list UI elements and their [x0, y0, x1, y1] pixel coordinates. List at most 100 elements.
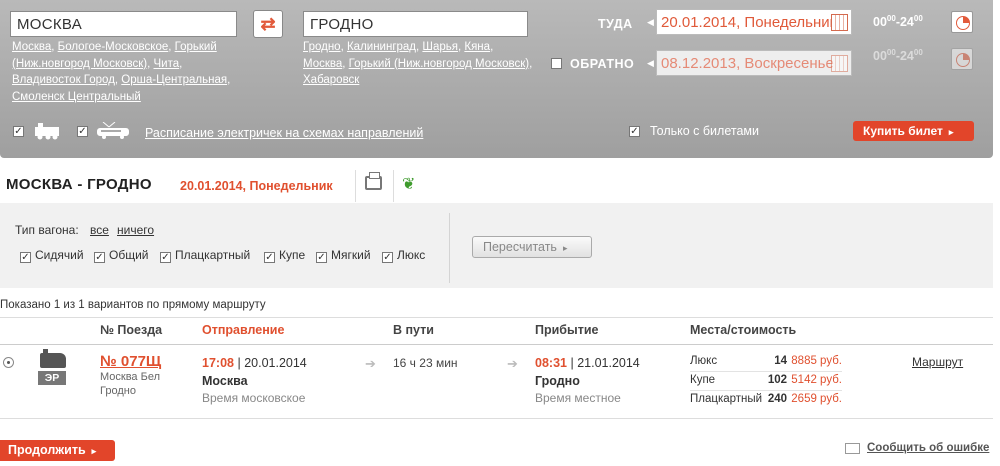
leaf-icon[interactable]: ❦	[402, 174, 415, 194]
results-count-text: Показано 1 из 1 вариантов по прямому мар…	[0, 299, 266, 311]
to-suggestion-link[interactable]: Горький (Ниж.новгород Московск)	[349, 58, 529, 70]
arrow-right-icon: ▸	[948, 127, 954, 137]
checkbox[interactable]: ✓	[264, 252, 275, 263]
suburban-checkbox[interactable]: ✓	[77, 126, 88, 137]
swap-direction-button[interactable]: ⇄	[253, 10, 283, 38]
train-route-from: Москва Бел	[100, 371, 161, 383]
long-distance-checkbox[interactable]: ✓	[13, 126, 24, 137]
to-suggestion-link[interactable]: Калининград	[347, 41, 416, 53]
back-label: ОБРАТНО	[570, 57, 635, 71]
back-date-input[interactable]: 08.12.2013, Воскресенье	[656, 50, 852, 76]
only-tickets-checkbox[interactable]: ✓	[629, 126, 640, 137]
wagon-type-option[interactable]: ✓ Плацкартный	[160, 248, 250, 263]
col-header-on-way[interactable]: В пути	[393, 323, 434, 337]
checkbox[interactable]: ✓	[160, 252, 171, 263]
electric-train-icon	[97, 122, 129, 139]
continue-button[interactable]: Продолжить ▸	[0, 440, 115, 461]
time-to-minutes: 00	[913, 14, 923, 23]
divider	[355, 170, 356, 202]
wagon-type-option[interactable]: ✓ Общий	[94, 248, 149, 263]
divider	[0, 317, 993, 318]
swap-arrows-icon: ⇄	[260, 14, 276, 34]
prev-day-icon[interactable]: ◀	[647, 58, 654, 69]
col-header-departure[interactable]: Отправление	[202, 323, 284, 337]
to-suggestion-link[interactable]: Москва	[303, 58, 342, 70]
back-checkbox[interactable]	[551, 58, 562, 69]
mail-icon	[845, 443, 860, 454]
train-icon	[35, 123, 59, 140]
checkbox[interactable]: ✓	[382, 252, 393, 263]
prev-day-icon[interactable]: ◀	[647, 17, 654, 28]
departure-datetime: 17:08 | 20.01.2014	[202, 356, 307, 370]
from-suggestion-link[interactable]: Бологое-Московское	[58, 41, 169, 53]
to-suggestion-link[interactable]: Хабаровск	[303, 74, 359, 86]
seat-count: 240	[767, 393, 787, 405]
there-date-input[interactable]: 20.01.2014, Понедельник	[656, 9, 852, 35]
er-badge: ЭР	[38, 371, 66, 385]
time-from-minutes: 00	[886, 14, 896, 23]
train-route: Москва Бел Гродно	[100, 370, 160, 398]
from-suggestion-link[interactable]: Орша-Центральная	[121, 74, 227, 86]
checkbox[interactable]: ✓	[20, 252, 31, 263]
calendar-icon[interactable]	[831, 55, 848, 72]
col-header-train[interactable]: № Поезда	[100, 323, 162, 337]
seat-class-row[interactable]: Люкс 14 8885 руб.	[690, 353, 842, 372]
seat-class-row[interactable]: Купе 102 5142 руб.	[690, 372, 842, 391]
seat-class: Плацкартный	[690, 393, 763, 405]
wagon-type-label: Купе	[279, 248, 306, 262]
buy-ticket-button[interactable]: Купить билет ▸	[853, 121, 974, 141]
seat-count: 102	[767, 374, 787, 386]
seat-class: Купе	[690, 374, 716, 386]
there-time-range: 0000-2400	[873, 14, 923, 29]
wagon-type-label: Общий	[109, 248, 149, 262]
wagon-type-label: Плацкартный	[175, 248, 251, 262]
from-city-suggestions: Москва, Бологое-Московское, Горький (Ниж…	[12, 41, 231, 103]
seat-class-row[interactable]: Плацкартный 240 2659 руб.	[690, 391, 842, 410]
from-suggestion-link[interactable]: Москва	[12, 41, 51, 53]
time-from: 00	[873, 15, 887, 29]
there-time-clock-icon[interactable]	[951, 11, 973, 33]
select-all-link[interactable]: все	[90, 223, 109, 237]
time-from-minutes: 00	[886, 48, 896, 57]
from-suggestion-link[interactable]: Владивосток Город	[12, 74, 115, 86]
wagon-type-option[interactable]: ✓ Мягкий	[316, 248, 371, 263]
arrival-city: Гродно	[535, 374, 580, 388]
checkbox[interactable]: ✓	[94, 252, 105, 263]
departure-date: 20.01.2014	[244, 356, 307, 370]
time-from: 00	[873, 49, 887, 63]
select-none-link[interactable]: ничего	[117, 223, 154, 237]
train-number-link[interactable]: № 077Щ	[100, 353, 161, 370]
from-city-input[interactable]: Москва	[10, 11, 237, 37]
calendar-icon[interactable]	[831, 14, 848, 31]
to-suggestion-link[interactable]: Гродно	[303, 41, 341, 53]
buy-ticket-label: Купить билет	[863, 124, 943, 138]
seat-price: 8885 руб.	[791, 355, 842, 367]
report-error-link[interactable]: Сообщить об ошибке	[867, 442, 989, 454]
col-header-arrival[interactable]: Прибытие	[535, 323, 598, 337]
back-time-clock-icon[interactable]	[951, 48, 973, 70]
schedule-link[interactable]: Расписание электричек на схемах направле…	[145, 126, 423, 140]
checkbox[interactable]: ✓	[316, 252, 327, 263]
arrival-time: 08:31	[535, 356, 567, 370]
wagon-type-option[interactable]: ✓ Купе	[264, 248, 305, 263]
from-suggestion-link[interactable]: Смоленск Центральный	[12, 91, 141, 103]
recalculate-button[interactable]: Пересчитать ▸	[472, 236, 592, 258]
from-suggestion-link[interactable]: Чита	[153, 58, 179, 70]
wagon-type-option[interactable]: ✓ Люкс	[382, 248, 425, 263]
arrow-right-icon: ➔	[365, 356, 376, 371]
to-suggestion-link[interactable]: Шарья	[422, 41, 458, 53]
recalculate-label: Пересчитать	[483, 240, 557, 254]
seat-count: 14	[774, 355, 787, 367]
seat-class: Люкс	[690, 355, 718, 367]
route-link[interactable]: Маршрут	[912, 355, 963, 369]
only-tickets-label: Только с билетами	[650, 124, 759, 138]
seat-price: 2659 руб.	[791, 393, 842, 405]
select-train-radio[interactable]	[3, 357, 14, 368]
print-icon[interactable]	[365, 172, 382, 190]
col-header-seats[interactable]: Места/стоимость	[690, 323, 796, 337]
continue-label: Продолжить	[8, 443, 86, 457]
to-city-input[interactable]: Гродно	[303, 11, 528, 37]
arrow-right-icon: ➔	[507, 356, 518, 371]
wagon-type-option[interactable]: ✓ Сидячий	[20, 248, 84, 263]
to-suggestion-link[interactable]: Кяна	[464, 41, 490, 53]
